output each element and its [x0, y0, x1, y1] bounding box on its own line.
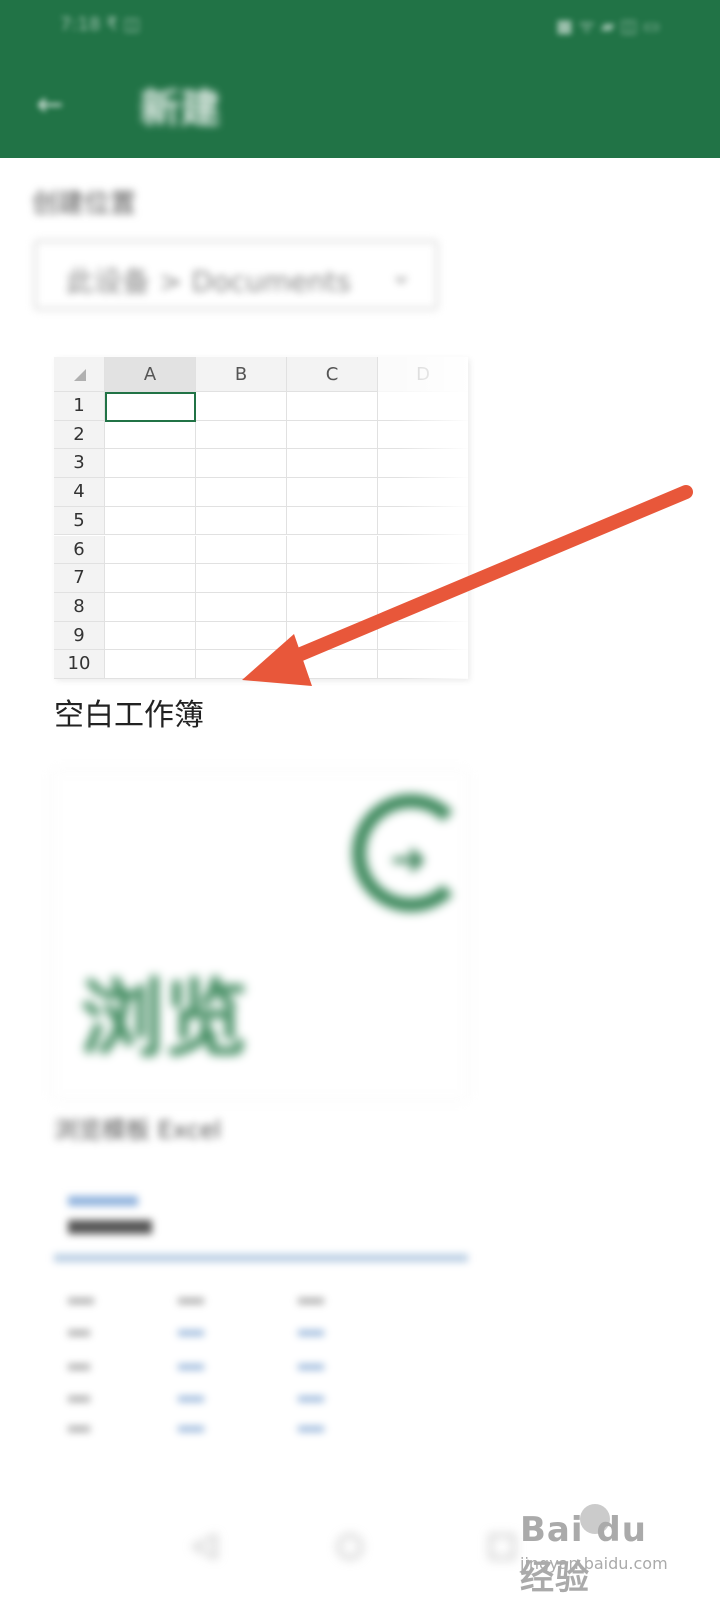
template-row	[68, 1298, 448, 1304]
back-arrow-icon[interactable]: ←	[30, 84, 70, 124]
page-title: 新建	[140, 86, 220, 132]
grid-cell	[105, 506, 196, 536]
column-header: A	[105, 357, 196, 392]
grid-cell	[287, 564, 378, 593]
template-row	[68, 1396, 448, 1402]
chevron-down-icon: ⌄	[390, 260, 412, 290]
nav-recents-icon[interactable]: □	[482, 1524, 522, 1564]
template-row	[68, 1330, 448, 1336]
grid-cell	[196, 420, 287, 450]
watermark: Bai du 经验 jingyan.baidu.com	[520, 1504, 680, 1598]
template-divider	[54, 1254, 468, 1262]
row-header: 8	[54, 592, 105, 622]
grid-cell	[287, 478, 378, 507]
grid-cell	[196, 506, 287, 536]
nav-home-icon[interactable]: ○	[330, 1524, 370, 1564]
grid-cell	[287, 621, 378, 651]
arrow-right-icon: ➜	[390, 834, 427, 885]
grid-cell	[105, 478, 196, 507]
grid-cell	[105, 650, 196, 679]
grid-cell	[287, 535, 378, 565]
row-header: 3	[54, 449, 105, 479]
row-header: 6	[54, 535, 105, 565]
template-row	[68, 1426, 448, 1432]
select-all-corner	[54, 357, 105, 392]
grid-cell	[196, 621, 287, 651]
grid-cell	[105, 621, 196, 651]
template-row	[68, 1364, 448, 1370]
save-location-dropdown[interactable]: 此设备 > Documents ⌄	[34, 240, 438, 310]
corner-triangle-icon	[74, 369, 86, 381]
blank-workbook-thumbnail[interactable]: ABCD12345678910	[54, 357, 468, 679]
row-header: 4	[54, 478, 105, 507]
watermark-url: jingyan.baidu.com	[520, 1554, 668, 1573]
grid-cell	[287, 506, 378, 536]
browse-templates-label[interactable]: 浏览模板 Excel	[54, 1110, 221, 1145]
active-cell-selection	[105, 392, 196, 422]
save-location-label: 创建位置	[32, 189, 137, 219]
nav-back-icon[interactable]: ◁	[184, 1524, 224, 1564]
browse-templates-card[interactable]: ➜ 浏览	[54, 772, 470, 1098]
grid-cell	[287, 420, 378, 450]
grid-cell	[196, 535, 287, 565]
grid-cell	[196, 449, 287, 479]
row-header: 7	[54, 564, 105, 593]
status-right: ■ ᯤ ▰ ◫ ▭	[555, 16, 660, 37]
template-heading	[68, 1220, 152, 1234]
row-header: 10	[54, 650, 105, 679]
thumbnail-fade	[398, 357, 468, 679]
grid-cell	[287, 392, 378, 421]
status-bar: 7:18 ₹ ◫ ■ ᯤ ▰ ◫ ▭	[60, 14, 660, 38]
grid-cell	[196, 392, 287, 421]
column-header: B	[196, 357, 287, 392]
browse-graphic-text: 浏览	[80, 970, 249, 1068]
template-tag	[68, 1196, 138, 1206]
grid-cell	[105, 592, 196, 622]
row-header: 1	[54, 392, 105, 421]
template-preview-card[interactable]	[54, 1180, 468, 1490]
column-header: C	[287, 357, 378, 392]
status-left: 7:18 ₹ ◫	[60, 14, 141, 35]
grid-cell	[105, 564, 196, 593]
grid-cell	[196, 478, 287, 507]
grid-cell	[196, 592, 287, 622]
row-header: 5	[54, 506, 105, 536]
blank-workbook-label[interactable]: 空白工作簿	[54, 690, 204, 734]
row-header: 2	[54, 420, 105, 450]
grid-cell	[287, 449, 378, 479]
grid-cell	[287, 650, 378, 679]
app-bar: 7:18 ₹ ◫ ■ ᯤ ▰ ◫ ▭ ← 新建	[0, 0, 720, 158]
row-header: 9	[54, 621, 105, 651]
grid-cell	[196, 650, 287, 679]
grid-cell	[287, 592, 378, 622]
grid-cell	[105, 449, 196, 479]
grid-cell	[105, 420, 196, 450]
grid-cell	[196, 564, 287, 593]
save-location-path: 此设备 > Documents	[66, 265, 351, 298]
grid-cell	[105, 535, 196, 565]
